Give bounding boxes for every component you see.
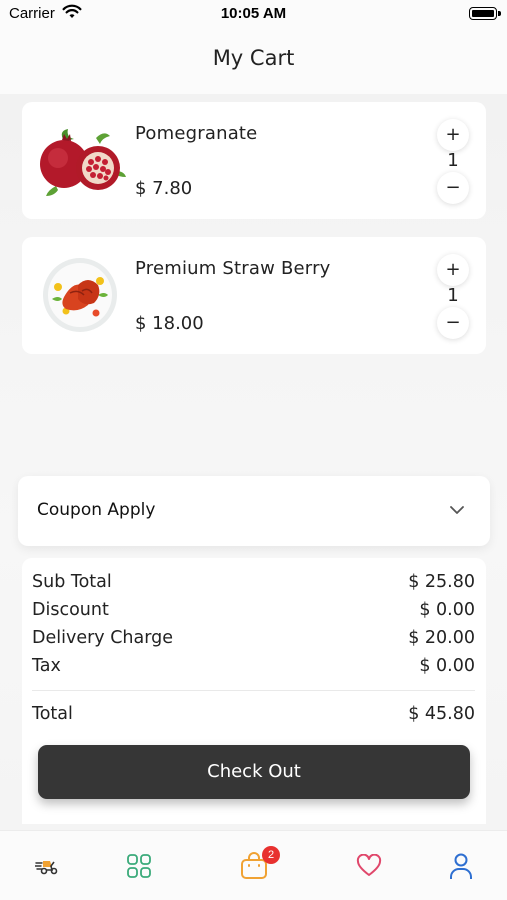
summary-row-tax: Tax $ 0.00 xyxy=(32,656,475,676)
summary-row-total: Total $ 45.80 xyxy=(32,704,475,724)
tab-profile[interactable] xyxy=(444,849,478,883)
coupon-label: Coupon Apply xyxy=(37,500,156,520)
summary-row-delivery-charge: Delivery Charge $ 20.00 xyxy=(32,628,475,648)
delivery-scooter-icon xyxy=(35,861,58,875)
item-price: $ 7.80 xyxy=(135,178,193,199)
cart-item-premium-straw-berry: Premium Straw Berry $ 18.00 + 1 − xyxy=(22,237,486,354)
total-value: $ 45.80 xyxy=(408,704,475,724)
coupon-apply-dropdown[interactable]: Coupon Apply xyxy=(18,476,490,546)
checkout-button[interactable]: Check Out xyxy=(38,745,470,799)
pomegranate-image xyxy=(36,116,126,206)
item-name: Premium Straw Berry xyxy=(135,258,331,279)
increase-quantity-button[interactable]: + xyxy=(437,119,469,151)
tab-favorites[interactable] xyxy=(352,849,386,883)
summary-label: Discount xyxy=(32,600,109,620)
cart-count-badge: 2 xyxy=(262,846,280,864)
item-name: Pomegranate xyxy=(135,123,258,144)
status-bar: Carrier 10:05 AM xyxy=(0,0,507,30)
profile-icon xyxy=(450,853,472,879)
tab-categories[interactable] xyxy=(122,849,156,883)
decrease-quantity-button[interactable]: − xyxy=(437,307,469,339)
quantity-value: 1 xyxy=(447,150,459,171)
chevron-down-icon xyxy=(450,506,464,514)
summary-value: $ 0.00 xyxy=(419,600,475,620)
tab-home[interactable] xyxy=(30,849,64,883)
status-time: 10:05 AM xyxy=(220,5,287,22)
bottom-tab-bar: 2 xyxy=(0,830,507,900)
quantity-value: 1 xyxy=(447,285,459,306)
decrease-quantity-button[interactable]: − xyxy=(437,172,469,204)
summary-row-subtotal: Sub Total $ 25.80 xyxy=(32,572,475,592)
item-price: $ 18.00 xyxy=(135,313,204,334)
summary-value: $ 20.00 xyxy=(408,628,475,648)
strawberry-dish-image xyxy=(36,251,126,341)
categories-grid-icon xyxy=(127,854,151,878)
summary-label: Delivery Charge xyxy=(32,628,173,648)
heart-icon xyxy=(356,854,382,876)
page-title: My Cart xyxy=(212,46,295,70)
page-header: My Cart xyxy=(0,30,507,94)
increase-quantity-button[interactable]: + xyxy=(437,254,469,286)
summary-label: Tax xyxy=(32,656,61,676)
cart-content: Pomegranate $ 7.80 + 1 − Premium Straw B… xyxy=(0,94,507,830)
summary-divider xyxy=(32,690,475,691)
summary-value: $ 0.00 xyxy=(419,656,475,676)
total-label: Total xyxy=(32,704,73,724)
cart-item-pomegranate: Pomegranate $ 7.80 + 1 − xyxy=(22,102,486,219)
summary-label: Sub Total xyxy=(32,572,112,592)
summary-row-discount: Discount $ 0.00 xyxy=(32,600,475,620)
summary-value: $ 25.80 xyxy=(408,572,475,592)
battery-icon xyxy=(469,7,501,20)
